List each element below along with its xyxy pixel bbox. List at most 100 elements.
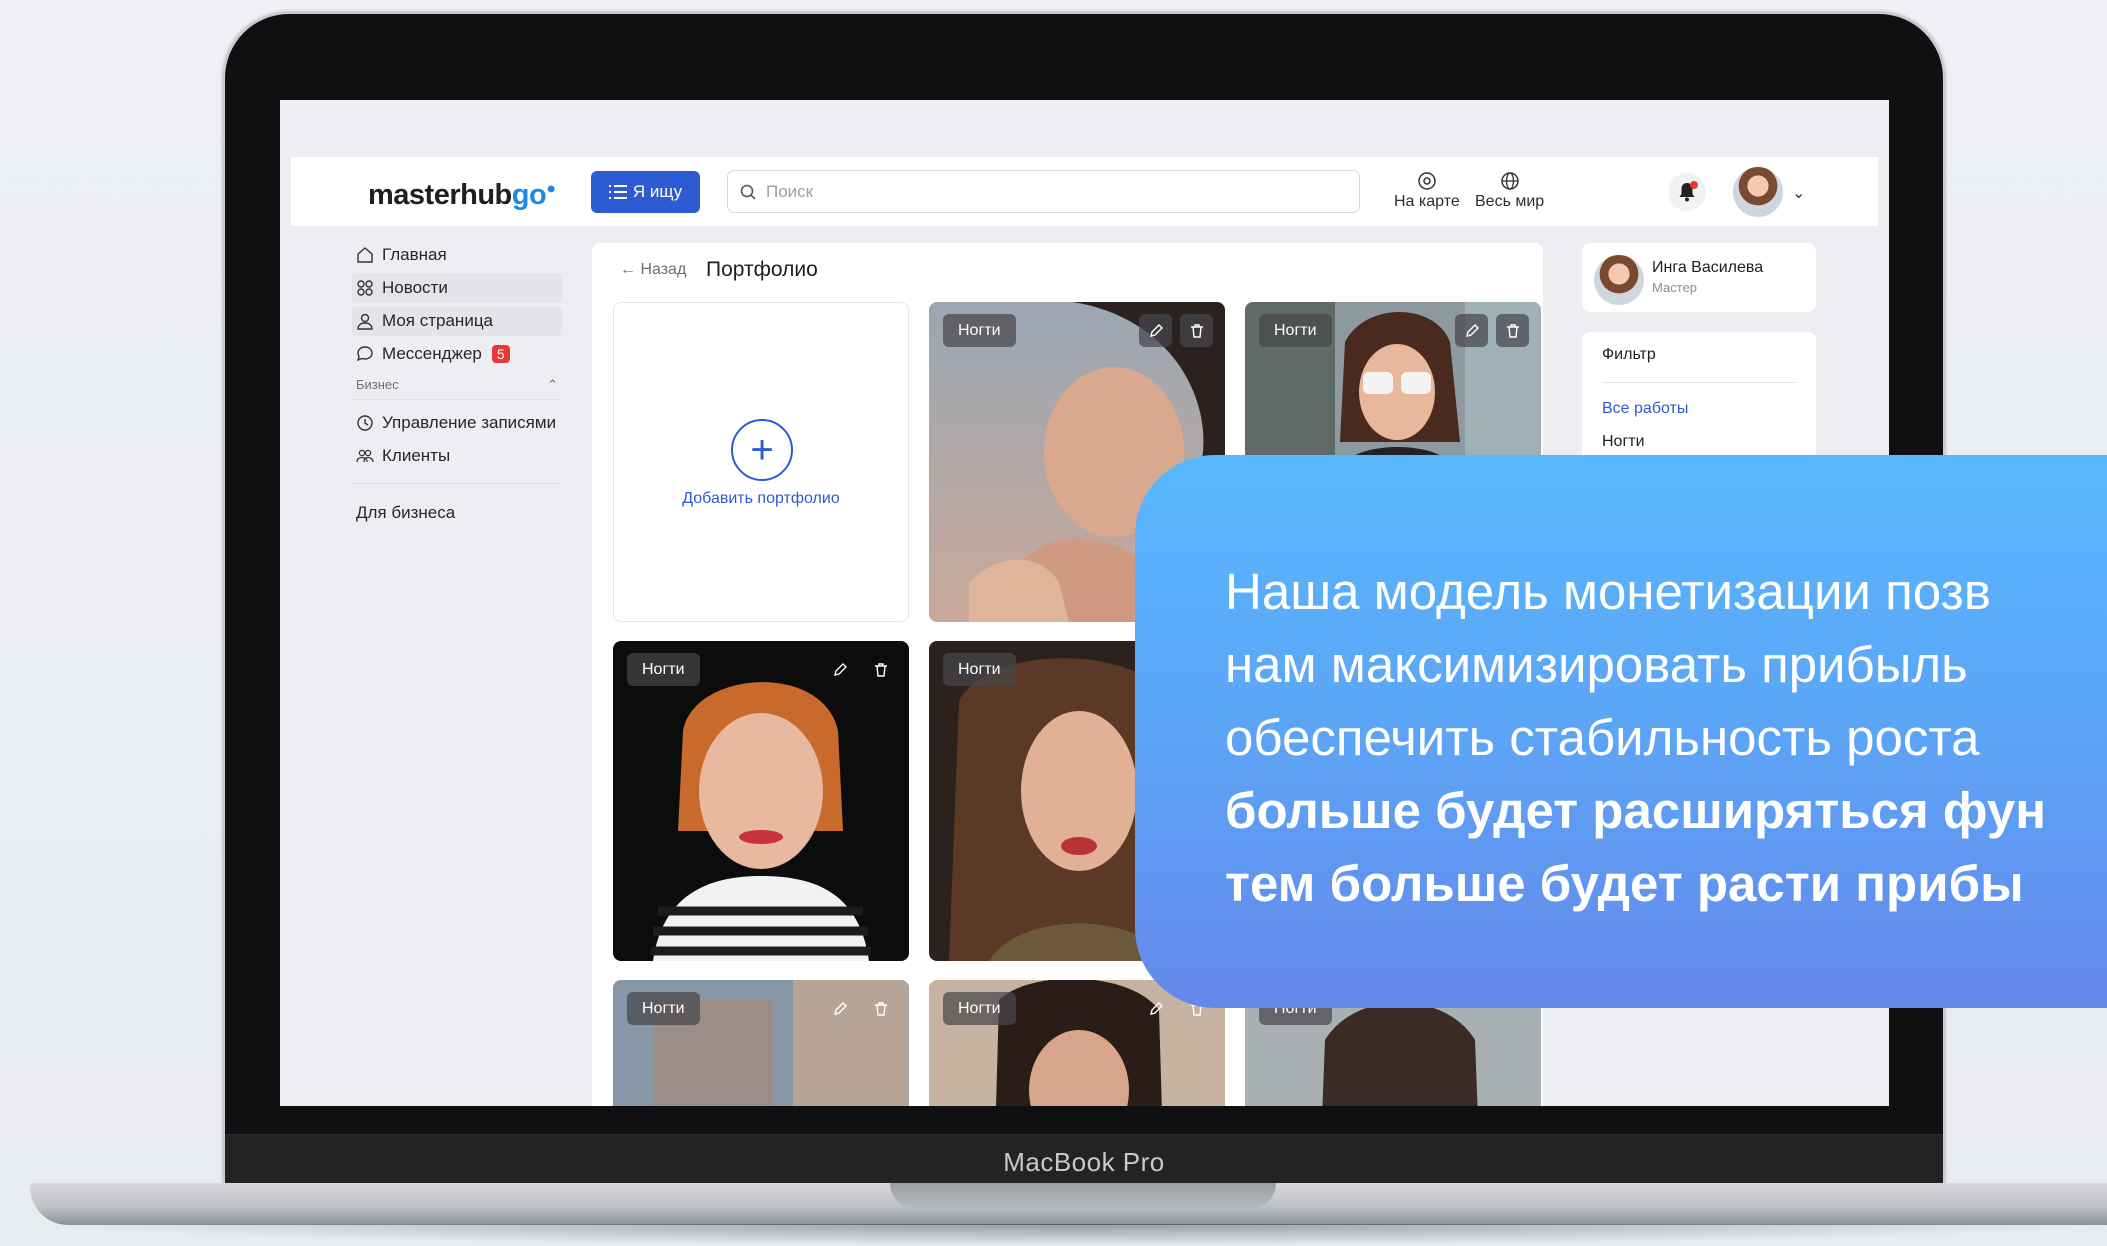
globe-icon <box>1500 172 1519 190</box>
promo-line-5: тем больше будет расти прибы <box>1225 855 2024 912</box>
plus-icon: + <box>731 419 793 481</box>
sidebar-item-for-business[interactable]: Для бизнеса <box>352 498 562 528</box>
delete-button[interactable] <box>1496 314 1529 347</box>
logo-main: masterhub <box>368 179 512 211</box>
back-link[interactable]: ← Назад <box>620 261 686 279</box>
sidebar-item-messenger[interactable]: Мессенджер 5 <box>352 339 562 369</box>
logo-dot-icon: ● <box>546 180 556 198</box>
tile-tag: Ногти <box>943 992 1016 1025</box>
pencil-icon <box>1465 323 1479 337</box>
map-link[interactable]: На карте <box>1394 171 1460 211</box>
tile-actions <box>1139 314 1213 347</box>
seek-button[interactable]: Я ищу <box>591 171 700 213</box>
profile-name: Инга Василева <box>1652 259 1764 276</box>
laptop-notch <box>890 1183 1276 1209</box>
menu-icon <box>608 185 627 199</box>
grid-icon <box>357 280 373 296</box>
trash-icon <box>1190 323 1203 338</box>
location-pin-icon <box>1418 172 1436 190</box>
promo-text: Наша модель монетизации позв нам максими… <box>1225 555 2107 920</box>
tile-tag: Ногти <box>1259 314 1332 347</box>
tile-actions <box>823 653 897 686</box>
filter-item-nails[interactable]: Ногти <box>1602 433 1645 451</box>
laptop-shadow <box>40 1224 2107 1246</box>
portfolio-tile[interactable]: Ногти <box>613 641 909 961</box>
trash-icon <box>1506 323 1519 338</box>
sidebar-item-clients[interactable]: Клиенты <box>352 441 562 471</box>
sidebar-item-bookings[interactable]: Управление записями <box>352 408 562 438</box>
tile-actions <box>823 992 897 1025</box>
messenger-badge: 5 <box>491 345 510 363</box>
clock-icon <box>357 415 373 431</box>
edit-button[interactable] <box>823 653 856 686</box>
delete-button[interactable] <box>864 992 897 1025</box>
sidebar-item-label: Для бизнеса <box>356 503 456 522</box>
profile-avatar <box>1594 255 1644 305</box>
sidebar-item-label: Клиенты <box>382 446 451 465</box>
search-input[interactable]: Поиск <box>727 170 1360 213</box>
notification-dot <box>1690 181 1698 189</box>
promo-line-4: больше будет расширяться фун <box>1225 782 2047 839</box>
page-title: Портфолио <box>706 258 818 281</box>
sidebar-item-label: Моя страница <box>382 311 494 330</box>
sidebar-item-label: Мессенджер <box>382 344 482 363</box>
chevron-up-icon: ⌃ <box>547 377 558 392</box>
logo[interactable]: masterhubgo● <box>368 179 556 212</box>
search-placeholder: Поиск <box>766 181 814 201</box>
promo-line-2: нам максимизировать прибыль <box>1225 636 1968 693</box>
sidebar-item-label: Управление записями <box>382 413 557 432</box>
app-header: masterhubgo● Я ищу Поиск На карте Весь м… <box>291 157 1878 226</box>
laptop-chin: MacBook Pro <box>225 1134 1943 1186</box>
users-icon <box>356 449 374 463</box>
portfolio-photo <box>613 641 909 961</box>
edit-button[interactable] <box>1455 314 1488 347</box>
logo-accent: go <box>511 179 547 211</box>
search-icon <box>740 184 756 200</box>
notifications-button[interactable] <box>1668 173 1706 211</box>
world-link-label: Весь мир <box>1475 193 1545 210</box>
home-icon <box>357 247 373 263</box>
filter-title: Фильтр <box>1602 346 1796 383</box>
pencil-icon <box>1149 1001 1163 1015</box>
user-avatar[interactable] <box>1733 167 1783 217</box>
tile-tag: Ногти <box>943 653 1016 686</box>
pencil-icon <box>833 662 847 676</box>
pencil-icon <box>833 1001 847 1015</box>
promo-banner: Наша модель монетизации позв нам максими… <box>1135 455 2107 1008</box>
trash-icon <box>874 1001 887 1016</box>
laptop-brand-label: MacBook Pro <box>1003 1147 1165 1177</box>
sidebar-item-news[interactable]: Новости <box>352 273 562 303</box>
world-link[interactable]: Весь мир <box>1475 171 1544 211</box>
edit-button[interactable] <box>1139 992 1172 1025</box>
filter-item-all[interactable]: Все работы <box>1602 400 1688 418</box>
tile-actions <box>1455 314 1529 347</box>
chevron-down-icon[interactable]: ⌄ <box>1792 183 1805 203</box>
sidebar-item-label: Главная <box>382 245 447 264</box>
edit-button[interactable] <box>1139 314 1172 347</box>
add-portfolio-card[interactable]: + Добавить портфолио <box>613 302 909 622</box>
sidebar: Главная Новости Моя страница Мессенджер … <box>352 240 562 531</box>
tile-tag: Ногти <box>627 653 700 686</box>
profile-card[interactable]: Инга Василева Мастер <box>1582 243 1816 312</box>
seek-button-label: Я ищу <box>632 182 683 201</box>
trash-icon <box>874 662 887 677</box>
sidebar-divider <box>352 483 562 484</box>
tile-tag: Ногти <box>627 992 700 1025</box>
sidebar-item-label: Новости <box>382 278 448 297</box>
profile-role: Мастер <box>1652 280 1697 295</box>
portfolio-tile[interactable]: Ногти <box>613 980 909 1106</box>
edit-button[interactable] <box>823 992 856 1025</box>
pencil-icon <box>1149 323 1163 337</box>
business-section-title: Бизнес <box>356 377 399 392</box>
tile-tag: Ногти <box>943 314 1016 347</box>
map-link-label: На карте <box>1394 193 1460 210</box>
business-section-header[interactable]: Бизнес ⌃ <box>352 373 562 400</box>
promo-line-1: Наша модель монетизации позв <box>1225 563 1991 620</box>
delete-button[interactable] <box>1180 314 1213 347</box>
chat-icon <box>356 346 373 362</box>
sidebar-item-home[interactable]: Главная <box>352 240 562 270</box>
sidebar-item-my-page[interactable]: Моя страница <box>352 306 562 336</box>
promo-line-3: обеспечить стабильность роста <box>1225 709 1980 766</box>
delete-button[interactable] <box>864 653 897 686</box>
user-icon <box>357 313 373 330</box>
